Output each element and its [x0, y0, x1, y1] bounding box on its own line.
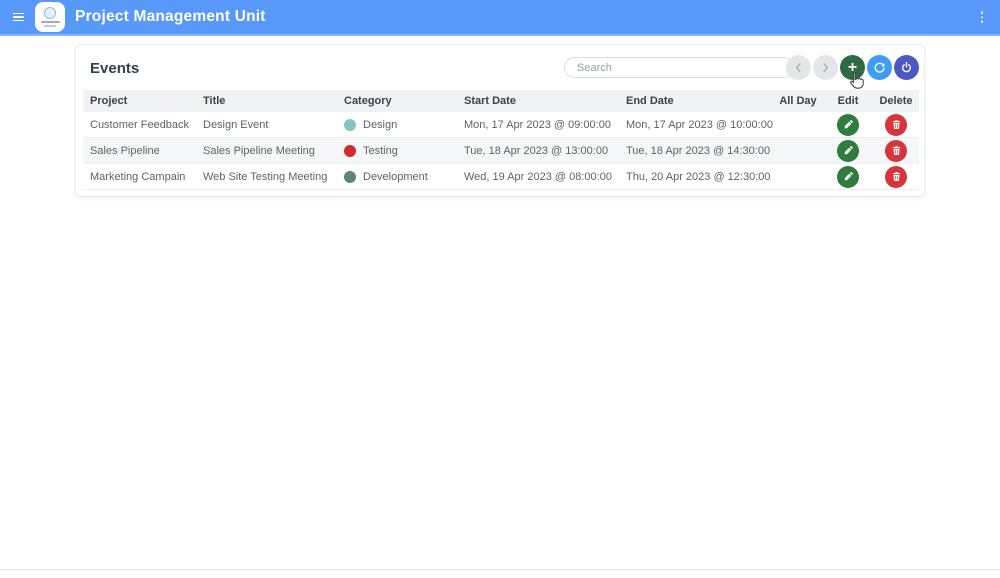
start-date-cell: Wed, 19 Apr 2023 @ 08:00:00 — [464, 170, 612, 183]
pencil-icon — [844, 146, 853, 155]
kebab-menu-icon[interactable] — [977, 7, 988, 27]
next-button[interactable] — [813, 55, 838, 80]
category-label: Testing — [363, 144, 398, 157]
refresh-button[interactable] — [867, 55, 892, 80]
chevron-right-icon — [823, 63, 829, 72]
trash-icon — [892, 172, 900, 181]
category-label: Development — [363, 170, 428, 183]
table-row: Customer Feedback Design Event Design Mo… — [83, 112, 919, 138]
trash-icon — [892, 120, 900, 129]
pencil-icon — [844, 120, 853, 129]
trash-icon — [892, 146, 900, 155]
power-button[interactable] — [894, 55, 919, 80]
edit-button[interactable] — [837, 139, 859, 162]
top-navbar: Project Management Unit — [0, 0, 1000, 36]
column-header-end-date: End Date — [626, 95, 674, 107]
category-dot-icon — [344, 144, 356, 157]
column-header-delete: Delete — [879, 95, 913, 107]
column-header-title: Title — [203, 95, 226, 107]
end-date-cell: Mon, 17 Apr 2023 @ 10:00:00 — [626, 118, 773, 131]
start-date-cell: Tue, 18 Apr 2023 @ 13:00:00 — [464, 144, 609, 157]
column-header-category: Category — [344, 95, 392, 107]
pencil-icon — [844, 172, 853, 181]
title-cell: Design Event — [203, 118, 269, 131]
events-toolbar: + — [786, 55, 919, 80]
delete-button[interactable] — [885, 113, 907, 136]
project-cell: Sales Pipeline — [90, 144, 160, 157]
column-header-edit: Edit — [837, 95, 859, 107]
table-row: Sales Pipeline Sales Pipeline Meeting Te… — [83, 138, 919, 164]
category-label: Design — [363, 118, 398, 131]
hamburger-menu-icon[interactable] — [5, 4, 31, 30]
edit-button[interactable] — [837, 113, 859, 136]
page-title: Events — [90, 60, 140, 77]
category-cell: Development — [344, 170, 464, 183]
chevron-left-icon — [795, 63, 801, 72]
end-date-cell: Thu, 20 Apr 2023 @ 12:30:00 — [626, 170, 771, 183]
events-table: Project Title Category Start Date End Da… — [83, 90, 919, 190]
previous-button[interactable] — [786, 55, 811, 80]
title-cell: Web Site Testing Meeting — [203, 170, 328, 183]
refresh-icon — [874, 62, 885, 73]
end-date-cell: Tue, 18 Apr 2023 @ 14:30:00 — [626, 144, 771, 157]
column-header-all-day: All Day — [779, 95, 817, 107]
footer-divider — [0, 569, 1000, 578]
start-date-cell: Mon, 17 Apr 2023 @ 09:00:00 — [464, 118, 611, 131]
delete-button[interactable] — [885, 165, 907, 188]
project-cell: Customer Feedback — [90, 118, 190, 131]
category-cell: Design — [344, 118, 464, 131]
category-cell: Testing — [344, 144, 464, 157]
category-dot-icon — [344, 118, 356, 131]
table-header-row: Project Title Category Start Date End Da… — [83, 90, 919, 112]
column-header-start-date: Start Date — [464, 95, 516, 107]
delete-button[interactable] — [885, 139, 907, 162]
search-input[interactable] — [564, 57, 794, 78]
category-dot-icon — [344, 170, 356, 183]
logo-globe-icon — [44, 6, 56, 19]
app-logo — [35, 2, 65, 32]
project-cell: Marketing Campain — [90, 170, 186, 183]
events-card: Events + Project Title Category — [75, 44, 925, 197]
column-header-project: Project — [90, 95, 128, 107]
table-row: Marketing Campain Web Site Testing Meeti… — [83, 164, 919, 190]
edit-button[interactable] — [837, 165, 859, 188]
app-title: Project Management Unit — [75, 8, 266, 25]
title-cell: Sales Pipeline Meeting — [203, 144, 315, 157]
add-event-button[interactable]: + — [840, 55, 865, 80]
power-icon — [902, 61, 911, 73]
